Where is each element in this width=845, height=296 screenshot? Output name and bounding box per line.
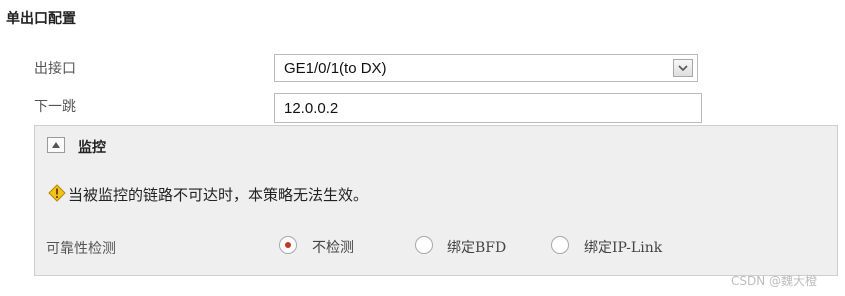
watermark: CSDN @魏大橙 xyxy=(731,274,818,288)
dropdown-button[interactable] xyxy=(673,59,693,77)
exit-interface-label: 出接口 xyxy=(34,61,76,77)
monitor-panel: 监控 当被监控的链路不可达时，本策略无法生效。 可靠性检测 不检测 绑定BFD … xyxy=(34,125,838,276)
monitor-title: 监控 xyxy=(78,140,106,156)
warning-text: 当被监控的链路不可达时，本策略无法生效。 xyxy=(68,186,369,204)
chevron-down-icon xyxy=(678,65,688,72)
exit-interface-select[interactable]: GE1/0/1(to DX) xyxy=(274,54,698,82)
collapse-button[interactable] xyxy=(47,137,65,153)
warning-icon xyxy=(48,184,66,202)
radio-bind-bfd-label[interactable]: 绑定BFD xyxy=(447,237,506,257)
exit-interface-value: GE1/0/1(to DX) xyxy=(284,60,387,77)
detection-label: 可靠性检测 xyxy=(46,241,116,257)
radio-bind-ip-link-label[interactable]: 绑定IP-Link xyxy=(584,237,662,257)
next-hop-input[interactable] xyxy=(274,93,702,123)
radio-bind-ip-link[interactable] xyxy=(551,236,569,254)
radio-no-detect-label[interactable]: 不检测 xyxy=(312,237,354,257)
next-hop-label: 下一跳 xyxy=(34,99,76,115)
collapse-up-icon xyxy=(52,142,60,148)
radio-no-detect[interactable] xyxy=(279,236,297,254)
radio-bind-bfd[interactable] xyxy=(415,236,433,254)
section-title: 单出口配置 xyxy=(6,11,76,27)
